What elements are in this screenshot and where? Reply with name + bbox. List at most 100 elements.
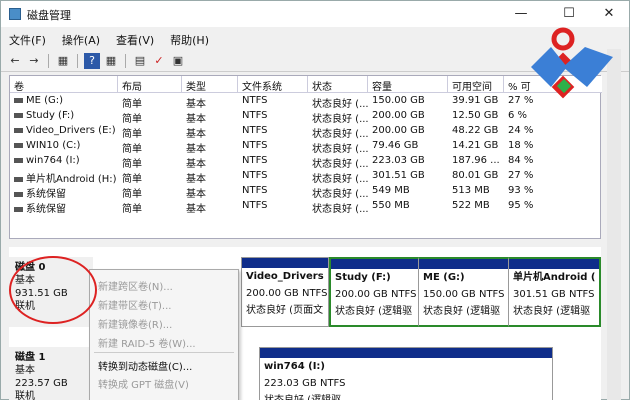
cell-free-space: 187.96 ... bbox=[448, 154, 504, 169]
column-header-volume[interactable]: 卷 bbox=[10, 76, 118, 93]
column-header-filesystem[interactable]: 文件系统 bbox=[238, 76, 308, 93]
cell-volume: 单片机Android (H:) bbox=[10, 169, 118, 184]
partition-size: 150.00 GB NTFS bbox=[423, 289, 505, 300]
cell-volume: win764 (I:) bbox=[10, 154, 118, 169]
cell-free-space: 522 MB bbox=[448, 199, 504, 214]
column-header-type[interactable]: 类型 bbox=[182, 76, 238, 93]
cell-capacity: 550 MB bbox=[368, 199, 448, 214]
disk-1-label[interactable]: 磁盘 1 基本 223.57 GB 联机 bbox=[9, 347, 93, 400]
cell-volume: Video_Drivers (E:) bbox=[10, 124, 118, 139]
cell-filesystem: NTFS bbox=[238, 169, 308, 184]
cell-text: NTFS bbox=[242, 200, 268, 211]
menu-help[interactable]: 帮助(H) bbox=[162, 29, 217, 49]
cell-layout: 简单 bbox=[118, 169, 182, 184]
partition-bar bbox=[509, 259, 599, 269]
cell-filesystem: NTFS bbox=[238, 139, 308, 154]
cell-text: 简单 bbox=[122, 144, 142, 154]
cell-percent-free: 18 % bbox=[504, 139, 602, 154]
column-header-layout[interactable]: 布局 bbox=[118, 76, 182, 93]
partition-size: 301.51 GB NTFS bbox=[513, 289, 595, 300]
help-icon[interactable]: ? bbox=[84, 52, 100, 69]
column-header-free-space[interactable]: 可用空间 bbox=[448, 76, 504, 93]
cell-status: 状态良好 (... bbox=[308, 154, 368, 169]
table-row[interactable]: 系统保留 简单 基本 NTFS 状态良好 (... 550 MB 522 MB 95 % bbox=[10, 199, 602, 214]
cell-volume: ME (G:) bbox=[10, 94, 118, 109]
menu-action[interactable]: 操作(A) bbox=[54, 29, 108, 49]
cell-text: 状态良好 (... bbox=[312, 114, 368, 124]
partition-study[interactable]: Study (F:) 200.00 GB NTFS 状态良好 (逻辑驱 bbox=[329, 257, 419, 327]
cell-text: NTFS bbox=[242, 140, 268, 151]
partition-android[interactable]: 单片机Android ( 301.51 GB NTFS 状态良好 (逻辑驱 bbox=[509, 257, 601, 327]
cell-text: 基本 bbox=[186, 189, 206, 199]
cell-text: 14.21 GB bbox=[452, 140, 499, 151]
settings-icon[interactable]: ▣ bbox=[170, 53, 186, 69]
check-icon[interactable]: ✓ bbox=[151, 53, 167, 69]
cell-text: 简单 bbox=[122, 189, 142, 199]
table-row[interactable]: Video_Drivers (E:) 简单 基本 NTFS 状态良好 (... 200.0… bbox=[10, 124, 602, 139]
console-tree-icon[interactable]: ▦ bbox=[55, 53, 71, 69]
cell-layout: 简单 bbox=[118, 199, 182, 214]
cell-percent-free: 24 % bbox=[504, 124, 602, 139]
table-row[interactable]: 单片机Android (H:) 简单 基本 NTFS 状态良好 (... 301.51 G… bbox=[10, 169, 602, 184]
table-row[interactable]: WIN10 (C:) 简单 基本 NTFS 状态良好 (... 79.46 GB 14.21… bbox=[10, 139, 602, 154]
table-row[interactable]: Study (F:) 简单 基本 NTFS 状态良好 (... 200.00 GB 12.5… bbox=[10, 109, 602, 124]
cell-text: NTFS bbox=[242, 185, 268, 196]
minimize-button[interactable]: — bbox=[509, 5, 533, 23]
forward-arrow-icon[interactable]: → bbox=[26, 53, 42, 69]
cell-status: 状态良好 (... bbox=[308, 199, 368, 214]
cell-percent-free: 93 % bbox=[504, 184, 602, 199]
column-header-status[interactable]: 状态 bbox=[308, 76, 368, 93]
cell-status: 状态良好 (... bbox=[308, 169, 368, 184]
cell-filesystem: NTFS bbox=[238, 124, 308, 139]
cell-text: 基本 bbox=[186, 174, 206, 184]
cell-text: win764 (I:) bbox=[26, 155, 80, 166]
cell-type: 基本 bbox=[182, 169, 238, 184]
cell-capacity: 301.51 GB bbox=[368, 169, 448, 184]
menu-item-convert-dynamic-disk[interactable]: 转换到动态磁盘(C)... bbox=[98, 358, 192, 373]
cell-text: NTFS bbox=[242, 125, 268, 136]
cell-free-space: 39.91 GB bbox=[448, 94, 504, 109]
cell-text: 550 MB bbox=[372, 200, 410, 211]
list-view-icon[interactable]: ▤ bbox=[132, 53, 148, 69]
partition-status: 状态良好 (逻辑驱 bbox=[513, 306, 591, 317]
menu-item-convert-gpt-disk[interactable]: 转换成 GPT 磁盘(V) bbox=[98, 376, 189, 391]
back-arrow-icon[interactable]: ← bbox=[7, 53, 23, 69]
menu-file[interactable]: 文件(F) bbox=[1, 29, 54, 49]
cell-text: 状态良好 (... bbox=[312, 189, 368, 199]
properties-icon[interactable]: ▦ bbox=[103, 53, 119, 69]
disk-1-status: 联机 bbox=[15, 391, 35, 400]
cell-type: 基本 bbox=[182, 154, 238, 169]
cell-layout: 简单 bbox=[118, 124, 182, 139]
table-row[interactable]: ME (G:) 简单 基本 NTFS 状态良好 (... 150.00 GB 39.91 G… bbox=[10, 94, 602, 109]
column-header-capacity[interactable]: 容量 bbox=[368, 76, 448, 93]
menu-item-new-raid5-volume[interactable]: 新建 RAID-5 卷(W)... bbox=[98, 335, 196, 350]
menu-item-new-spanned-volume[interactable]: 新建跨区卷(N)... bbox=[98, 278, 173, 293]
partition-win764[interactable]: win764 (I:) 223.03 GB NTFS 状态良好 (逻辑驱 bbox=[259, 347, 553, 400]
cell-type: 基本 bbox=[182, 109, 238, 124]
menu-item-new-striped-volume[interactable]: 新建带区卷(T)... bbox=[98, 297, 171, 312]
cell-text: 48.22 GB bbox=[452, 125, 499, 136]
cell-text: 187.96 ... bbox=[452, 155, 500, 166]
menu-item-new-mirrored-volume[interactable]: 新建镜像卷(R)... bbox=[98, 316, 172, 331]
cell-type: 基本 bbox=[182, 94, 238, 109]
close-button[interactable]: ✕ bbox=[597, 5, 621, 23]
partition-name: ME (G:) bbox=[423, 272, 465, 283]
cell-free-space: 12.50 GB bbox=[448, 109, 504, 124]
table-row[interactable]: win764 (I:) 简单 基本 NTFS 状态良好 (... 223.03 GB 187… bbox=[10, 154, 602, 169]
volume-icon bbox=[14, 176, 23, 182]
cell-layout: 简单 bbox=[118, 139, 182, 154]
cell-text: 93 % bbox=[508, 185, 534, 196]
partition-me[interactable]: ME (G:) 150.00 GB NTFS 状态良好 (逻辑驱 bbox=[419, 257, 509, 327]
disk-management-icon bbox=[9, 8, 21, 20]
cell-text: 简单 bbox=[122, 129, 142, 139]
cell-text: 状态良好 (... bbox=[312, 99, 368, 109]
cell-capacity: 79.46 GB bbox=[368, 139, 448, 154]
cell-text: 79.46 GB bbox=[372, 140, 419, 151]
toolbar-separator bbox=[125, 53, 126, 68]
maximize-button[interactable]: ☐ bbox=[557, 5, 581, 23]
menu-view[interactable]: 查看(V) bbox=[108, 29, 162, 49]
table-row[interactable]: 系统保留 简单 基本 NTFS 状态良好 (... 549 MB 513 MB 93 % bbox=[10, 184, 602, 199]
cell-text: 系统保留 bbox=[26, 189, 66, 199]
volume-list-table: 卷 布局 类型 文件系统 状态 容量 可用空间 % 可 ME (G:) 简单 基本 N… bbox=[9, 75, 602, 239]
partition-video-drivers[interactable]: Video_Drivers ( 200.00 GB NTFS 状态良好 (页面文 bbox=[241, 257, 329, 327]
